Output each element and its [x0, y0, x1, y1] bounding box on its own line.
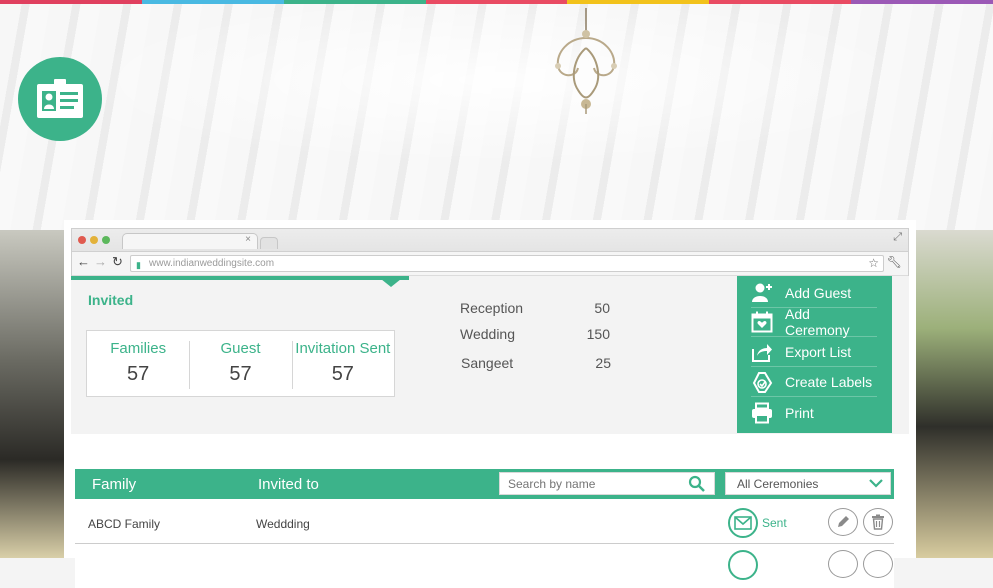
close-window-icon[interactable]	[78, 236, 86, 244]
column-header-invited-to[interactable]: Invited to	[258, 476, 319, 493]
ceremony-count: 50	[594, 300, 610, 316]
export-icon	[752, 343, 772, 362]
sent-status-icon[interactable]	[728, 550, 758, 580]
ceremony-count: 25	[595, 355, 611, 371]
new-tab-button[interactable]	[260, 237, 278, 249]
browser-chrome: × ⤢ ← → ↻ ▮ www.indianweddingsite.com ☆ …	[71, 228, 909, 276]
add-guest-icon	[752, 283, 772, 302]
actions-panel: Add Guest Add Ceremony Export List Creat…	[737, 276, 892, 433]
envelope-icon	[734, 516, 752, 530]
ceremony-row-sangeet: Sangeet 25	[461, 355, 611, 371]
delete-button[interactable]	[863, 550, 893, 578]
stat-label: Invitation Sent	[295, 340, 391, 357]
minimize-window-icon[interactable]	[90, 236, 98, 244]
sent-status-label: Sent	[762, 516, 787, 530]
ceremony-row-reception: Reception 50	[460, 300, 610, 316]
stat-invitation-sent: Invitation Sent 57	[291, 331, 394, 396]
forward-arrow-icon[interactable]: →	[94, 254, 107, 269]
window-controls	[78, 236, 110, 244]
stat-guest: Guest 57	[189, 331, 291, 396]
search-input[interactable]	[499, 472, 715, 495]
add-ceremony-button[interactable]: Add Ceremony	[751, 305, 877, 338]
table-row[interactable]: ABCD Family Weddding Sent	[75, 500, 894, 544]
print-button[interactable]: Print	[751, 398, 877, 428]
action-label: Add Ceremony	[785, 305, 850, 338]
ceremony-name: Reception	[460, 300, 524, 316]
table-header: Family Invited to All Ceremonies	[75, 469, 894, 499]
invited-tab-indicator	[71, 276, 409, 280]
stat-families: Families 57	[87, 331, 189, 396]
tab-close-icon[interactable]: ×	[245, 234, 251, 245]
family-cell: ABCD Family	[88, 517, 161, 531]
create-labels-button[interactable]: Create Labels	[751, 367, 877, 397]
calendar-heart-icon	[751, 311, 773, 332]
color-stripe-bar	[0, 0, 993, 4]
browser-tab[interactable]: ×	[122, 233, 258, 249]
ceremony-count: 150	[586, 326, 610, 342]
lock-icon: ▮	[136, 260, 141, 270]
edit-button[interactable]	[828, 508, 858, 536]
background-chairs-right	[915, 230, 993, 558]
invite-stats-box: Families 57 Guest 57 Invitation Sent 57	[86, 330, 395, 397]
action-label: Add Guest	[785, 284, 852, 301]
ceremony-name: Sangeet	[461, 355, 514, 371]
stat-label: Guest	[220, 340, 261, 357]
trash-icon	[872, 514, 884, 530]
edit-button[interactable]	[828, 550, 858, 578]
address-bar[interactable]: ▮ www.indianweddingsite.com ☆	[130, 255, 884, 272]
stat-value: 57	[127, 363, 150, 385]
delete-button[interactable]	[863, 508, 893, 536]
url-text: www.indianweddingsite.com	[149, 258, 275, 269]
invited-to-cell: Weddding	[256, 517, 310, 531]
stat-value: 57	[229, 363, 252, 385]
tab-pointer	[381, 279, 401, 287]
action-label: Print	[785, 405, 814, 421]
stat-label: Families	[110, 340, 167, 357]
ceremony-filter-value: All Ceremonies	[737, 477, 819, 491]
chandelier-image	[555, 8, 617, 114]
add-guest-button[interactable]: Add Guest	[751, 278, 877, 308]
printer-icon	[752, 402, 772, 424]
zoom-window-icon[interactable]	[102, 236, 110, 244]
guest-list-badge	[18, 57, 102, 141]
id-card-icon	[37, 79, 83, 118]
action-label: Create Labels	[785, 373, 873, 390]
search-icon[interactable]	[688, 475, 706, 493]
ceremony-row-wedding: Wedding 150	[460, 326, 610, 342]
guest-list-app: Invited Families 57 Guest 57 Invitation …	[71, 276, 909, 588]
bookmark-star-icon[interactable]: ☆	[868, 256, 879, 271]
chevron-down-icon	[869, 479, 883, 488]
pencil-icon	[838, 516, 849, 527]
sent-status-icon[interactable]	[728, 508, 758, 538]
wrench-icon[interactable]: 🔧︎	[887, 255, 902, 269]
column-header-family[interactable]: Family	[92, 476, 136, 493]
label-tag-icon	[752, 371, 773, 393]
invited-title: Invited	[88, 292, 134, 308]
browser-mockup-card: × ⤢ ← → ↻ ▮ www.indianweddingsite.com ☆ …	[64, 220, 916, 588]
fullscreen-icon[interactable]: ⤢	[893, 231, 902, 244]
background-chairs-left	[0, 230, 70, 558]
ceremony-filter-select[interactable]: All Ceremonies	[725, 472, 891, 495]
reload-icon[interactable]: ↻	[112, 254, 123, 270]
export-list-button[interactable]: Export List	[751, 337, 877, 367]
back-arrow-icon[interactable]: ←	[77, 254, 90, 269]
stat-value: 57	[331, 363, 354, 385]
browser-navbar: ← → ↻ ▮ www.indianweddingsite.com ☆ 🔧︎	[72, 251, 908, 275]
table-row[interactable]	[75, 544, 894, 588]
ceremony-name: Wedding	[460, 326, 516, 342]
action-label: Export List	[785, 343, 852, 360]
